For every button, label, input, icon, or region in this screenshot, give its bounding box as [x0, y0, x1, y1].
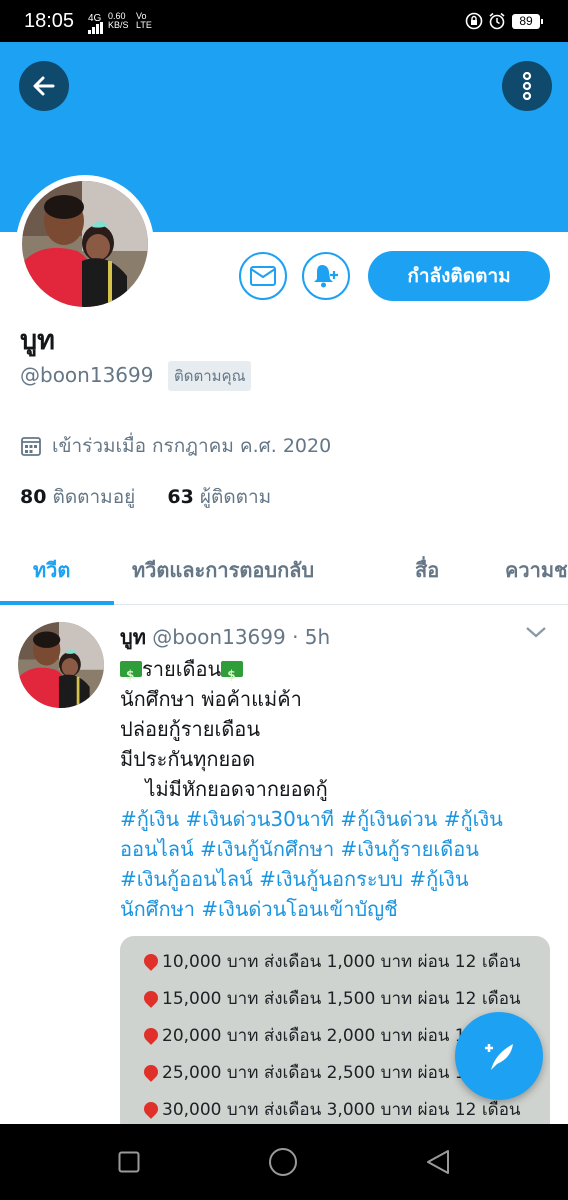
notifications-button[interactable]: [302, 252, 350, 300]
joined-text: เข้าร่วมเมื่อ กรกฎาคม ค.ศ. 2020: [52, 435, 332, 457]
follows-you-badge: ติดตามคุณ: [168, 361, 252, 391]
signal-icon: [88, 22, 103, 34]
pushpin-icon: [141, 1025, 161, 1045]
avatar-photo: [22, 181, 148, 307]
tweet-avatar[interactable]: [18, 622, 104, 708]
followers-count: 63: [167, 486, 194, 508]
pushpin-icon: [141, 951, 161, 971]
media-row-text: 10,000 บาท ส่งเดือน 1,000 บาท ผ่อน 12 เด…: [162, 952, 521, 972]
tweet-author-handle: @boon13699: [152, 625, 286, 649]
compose-feather-icon: [485, 1044, 513, 1070]
tweet-text: รายเดือน นักศึกษา พ่อค้าแม่ค้า ปล่อยกู้ร…: [120, 654, 550, 924]
profile-tabs: ทวีต ทวีตและการตอบกลับ สื่อ ความช: [0, 540, 568, 605]
battery-indicator: 89: [512, 14, 543, 29]
volte-bottom: LTE: [136, 20, 152, 30]
chevron-down-icon[interactable]: [524, 624, 548, 640]
media-row-text: 15,000 บาท ส่งเดือน 1,500 บาท ผ่อน 12 เด…: [162, 989, 521, 1009]
recent-apps-icon[interactable]: [118, 1151, 140, 1173]
joined-date: เข้าร่วมเมื่อ กรกฎาคม ค.ศ. 2020: [20, 431, 331, 461]
calendar-icon: [21, 437, 41, 456]
more-vertical-icon: [522, 72, 532, 100]
tweet-author-name[interactable]: บูท: [120, 625, 146, 649]
tweet-time: · 5h: [292, 625, 331, 649]
pushpin-icon: [141, 1099, 161, 1119]
money-emoji-icon: [221, 660, 244, 690]
tab-media[interactable]: สื่อ: [415, 554, 439, 586]
home-icon[interactable]: [268, 1147, 298, 1177]
following-stat[interactable]: 80 ติดตามอยู่: [20, 486, 135, 508]
tab-likes[interactable]: ความช: [505, 554, 568, 586]
compose-tweet-button[interactable]: [455, 1012, 543, 1100]
pushpin-icon: [141, 988, 161, 1008]
following-count: 80: [20, 486, 47, 508]
media-row: 15,000 บาท ส่งเดือน 1,500 บาท ผ่อน 12 เด…: [141, 985, 521, 1012]
volte-indicator: Vo LTE: [136, 12, 152, 30]
network-speed: 0.60 KB/S: [108, 12, 129, 30]
tweet-line: นักศึกษา พ่อค้าแม่ค้า: [120, 687, 302, 711]
speed-unit: KB/S: [108, 20, 129, 30]
profile-name: บูท: [20, 325, 55, 356]
bell-plus-icon: [314, 265, 338, 288]
status-time: 18:05: [24, 10, 75, 32]
followers-label: ผู้ติดตาม: [199, 486, 272, 508]
hashtag-line[interactable]: #เงินกู้ออนไลน์ #เงินกู้นอกระบบ #กู้เงิน: [120, 864, 550, 894]
profile-handle: @boon13699: [20, 363, 154, 387]
follow-counts: 80 ติดตามอยู่ 63 ผู้ติดตาม: [20, 482, 271, 512]
tweet-header: บูท @boon13699 · 5h: [120, 621, 330, 653]
message-button[interactable]: [239, 252, 287, 300]
back-arrow-icon: [33, 76, 55, 96]
back-button[interactable]: [19, 61, 69, 111]
tweet-title-line: รายเดือน: [120, 654, 550, 690]
money-emoji-icon: [120, 660, 142, 690]
active-tab-indicator: [0, 601, 114, 605]
status-bar: 18:05 4G 0.60 KB/S Vo LTE 89: [0, 0, 568, 42]
following-button[interactable]: กำลังติดตาม: [368, 251, 550, 301]
lock-icon: [465, 12, 483, 30]
tweet-title: รายเดือน: [142, 657, 222, 681]
followers-stat[interactable]: 63 ผู้ติดตาม: [167, 486, 271, 508]
tweet-line: ปล่อยกู้รายเดือน: [120, 717, 260, 741]
back-nav-icon[interactable]: [424, 1148, 452, 1176]
profile-avatar[interactable]: [16, 175, 154, 313]
hashtag-line[interactable]: ออนไลน์ #เงินกู้นักศึกษา #เงินกู้รายเดือ…: [120, 834, 550, 864]
tab-tweets[interactable]: ทวีต: [33, 554, 70, 586]
system-nav-bar: [0, 1124, 568, 1200]
envelope-icon: [250, 266, 276, 286]
tweet-line: ไม่มีหักยอดจากยอดกู้: [120, 777, 328, 801]
hashtag-line[interactable]: #กู้เงิน #เงินด่วน30นาที #กู้เงินด่วน #ก…: [120, 804, 550, 834]
tweet-line: มีประกันทุกยอด: [120, 747, 256, 771]
more-options-button[interactable]: [502, 61, 552, 111]
media-row: 10,000 บาท ส่งเดือน 1,000 บาท ผ่อน 12 เด…: [141, 948, 521, 975]
pushpin-icon: [141, 1062, 161, 1082]
media-row: 30,000 บาท ส่งเดือน 3,000 บาท ผ่อน 12 เด…: [141, 1096, 521, 1123]
media-row-text: 30,000 บาท ส่งเดือน 3,000 บาท ผ่อน 12 เด…: [162, 1100, 521, 1120]
hashtag-line[interactable]: นักศึกษา #เงินด่วนโอนเข้าบัญชี: [120, 894, 550, 924]
following-label: ติดตามอยู่: [52, 486, 136, 508]
alarm-icon: [489, 12, 505, 30]
tab-tweets-replies[interactable]: ทวีตและการตอบกลับ: [132, 554, 314, 586]
